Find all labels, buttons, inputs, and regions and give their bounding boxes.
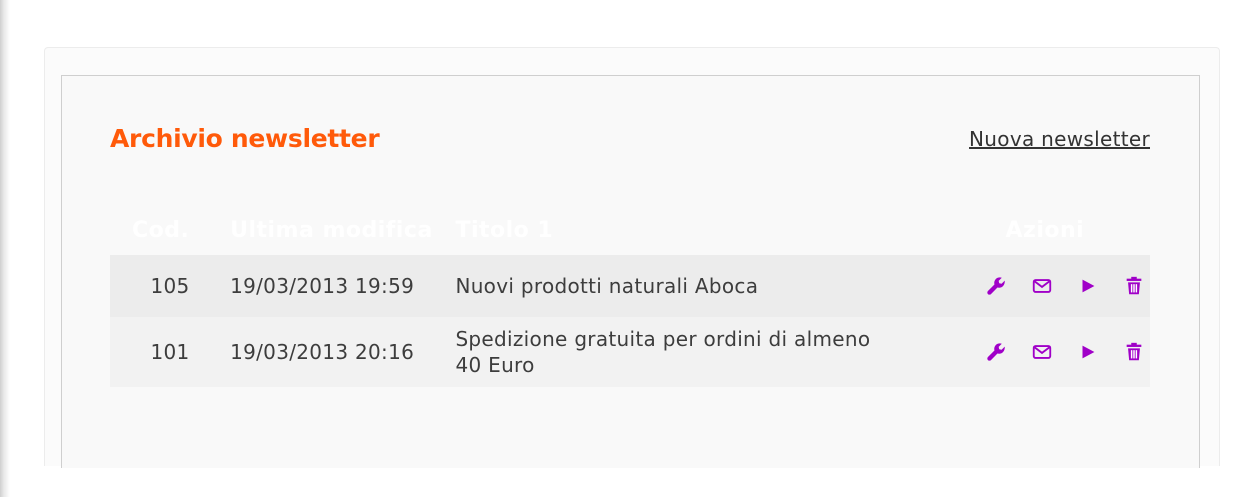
play-icon[interactable] — [1076, 274, 1100, 298]
window-edge-shadow — [0, 0, 10, 497]
cell-title: Spedizione gratuita per ordini di almeno… — [455, 327, 871, 377]
table-row: 105 19/03/2013 19:59 Nuovi prodotti natu… — [110, 255, 1150, 317]
cell-code: 105 — [150, 274, 190, 298]
new-newsletter-link[interactable]: Nuova newsletter — [969, 127, 1150, 151]
cell-actions — [962, 255, 1151, 317]
trash-icon[interactable] — [1122, 340, 1146, 364]
cell-modified: 19/03/2013 20:16 — [230, 340, 415, 364]
play-icon[interactable] — [1076, 340, 1100, 364]
row-actions — [962, 274, 1151, 298]
wrench-icon[interactable] — [984, 340, 1008, 364]
envelope-icon[interactable] — [1030, 274, 1054, 298]
envelope-icon[interactable] — [1030, 340, 1054, 364]
page-title: Archivio newsletter — [110, 124, 380, 153]
column-header-modified: Ultima modifica — [230, 217, 433, 243]
cell-code: 101 — [150, 340, 190, 364]
cell-actions — [962, 317, 1151, 387]
cell-modified: 19/03/2013 19:59 — [230, 274, 415, 298]
column-header-actions: Azioni — [1005, 217, 1085, 243]
column-header-code: Cod. — [132, 217, 190, 243]
wrench-icon[interactable] — [984, 274, 1008, 298]
table-row: 101 19/03/2013 20:16 Spedizione gratuita… — [110, 317, 1150, 387]
newsletter-table: Cod. Ultima modifica Titolo 1 Azioni 105… — [110, 205, 1150, 387]
column-header-title: Titolo 1 — [455, 217, 554, 243]
trash-icon[interactable] — [1122, 274, 1146, 298]
page: Archivio newsletter Nuova newsletter Cod… — [0, 0, 1244, 497]
table-header-row: Cod. Ultima modifica Titolo 1 Azioni — [110, 205, 1150, 255]
row-actions — [962, 340, 1151, 364]
cell-title: Nuovi prodotti naturali Aboca — [455, 274, 759, 298]
